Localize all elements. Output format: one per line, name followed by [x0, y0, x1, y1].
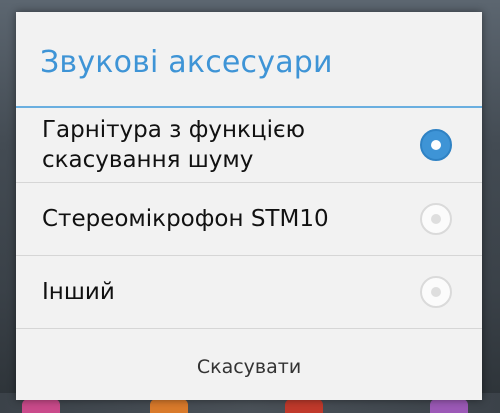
- radio-dot: [431, 214, 441, 224]
- option-divider: [16, 328, 482, 329]
- radio-button-selected[interactable]: [420, 129, 452, 161]
- radio-button[interactable]: [420, 203, 452, 235]
- cancel-button[interactable]: Скасувати: [16, 342, 482, 400]
- radio-dot: [431, 140, 441, 150]
- audio-accessories-dialog: Звукові аксесуари Гарнітура з функцією с…: [16, 12, 482, 400]
- option-stereo-microphone[interactable]: Стереомікрофон STM10: [16, 183, 482, 255]
- radio-button[interactable]: [420, 276, 452, 308]
- app-shortcut-icon: [150, 399, 188, 413]
- dialog-title: Звукові аксесуари: [40, 45, 333, 80]
- app-shortcut-icon: [430, 399, 468, 413]
- app-shortcut-icon: [285, 399, 323, 413]
- option-label: Інший: [42, 279, 115, 305]
- option-label: Гарнітура з функцією скасування шуму: [42, 117, 305, 173]
- option-other[interactable]: Інший: [16, 256, 482, 328]
- radio-dot: [431, 287, 441, 297]
- app-shortcut-icon: [22, 399, 60, 413]
- cancel-button-label: Скасувати: [196, 356, 302, 378]
- option-label: Стереомікрофон STM10: [42, 206, 329, 232]
- option-noise-cancelling-headset[interactable]: Гарнітура з функцією скасування шуму: [16, 108, 482, 182]
